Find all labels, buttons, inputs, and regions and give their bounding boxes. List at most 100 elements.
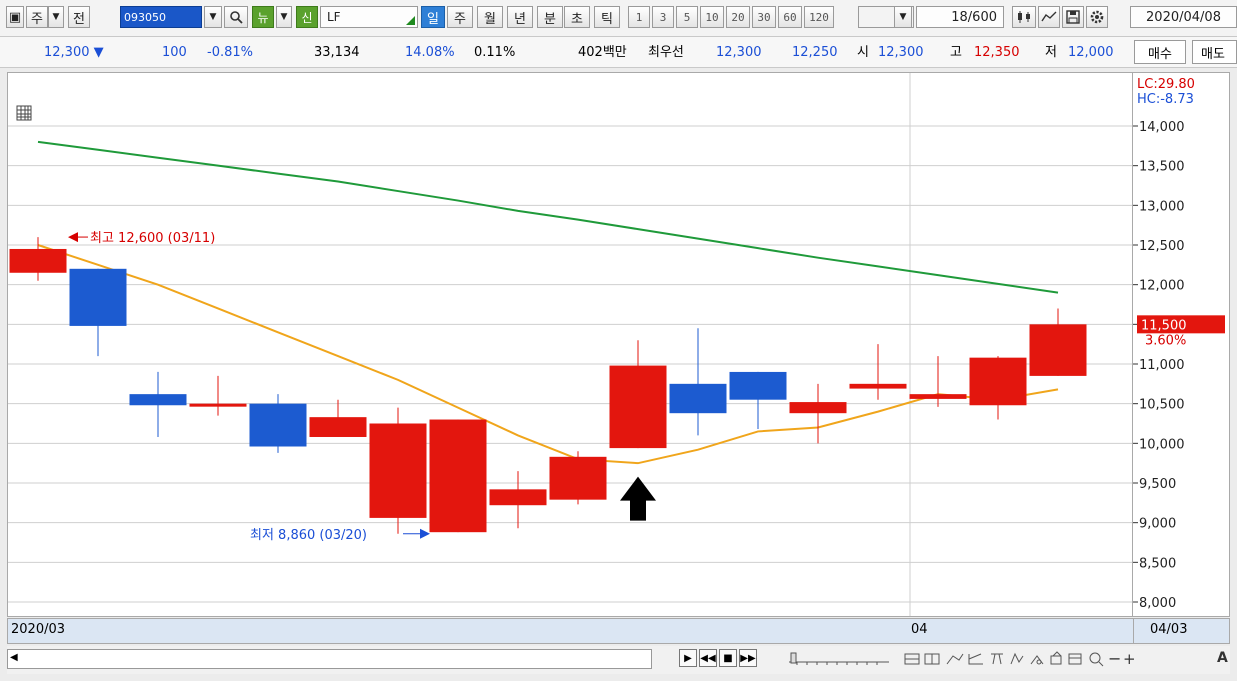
chart-window: ▣ 주 ▼ 전 093050 ▼ 뉴 ▼ 신 LF ▼ 18/600 2020/… xyxy=(0,0,1237,681)
y-tick-label: 12,500 xyxy=(1139,239,1185,254)
x-axis-divider xyxy=(1133,619,1134,643)
y-tick-label: 13,500 xyxy=(1139,160,1185,175)
candle-body xyxy=(609,365,667,449)
play-icon[interactable]: ▶ xyxy=(679,649,697,667)
x-label-mid: 04 xyxy=(911,622,928,637)
rewind-icon[interactable]: ◀◀ xyxy=(699,649,717,667)
candle-body xyxy=(909,394,967,399)
candle-body xyxy=(1029,324,1087,376)
gear-icon[interactable] xyxy=(1086,6,1108,28)
period-tab-3[interactable]: 년 xyxy=(507,6,533,28)
interval-tab-10[interactable]: 10 xyxy=(700,6,724,28)
best-quote-label: 최우선 xyxy=(648,45,684,60)
count-max: /600 xyxy=(967,9,997,25)
candle-body xyxy=(489,489,547,506)
trade-amount: 402백만 xyxy=(578,45,627,60)
period-tab-2[interactable]: 월 xyxy=(477,6,503,28)
y-tick-label: 13,000 xyxy=(1139,199,1185,214)
interval-tab-60[interactable]: 60 xyxy=(778,6,802,28)
ma-short-line xyxy=(37,244,1059,465)
change-percent: -0.81% xyxy=(207,45,253,60)
candle-body xyxy=(729,371,787,400)
stop-icon[interactable]: ■ xyxy=(719,649,737,667)
ma-long-line xyxy=(37,140,1059,294)
zoom-slider[interactable] xyxy=(787,650,891,668)
y-tick-label: 10,000 xyxy=(1139,437,1185,452)
quote-bar: 12,300 ▼ 100 -0.81% 33,134 14.08% 0.11% … xyxy=(0,37,1237,68)
candle-body xyxy=(669,383,727,414)
scroll-left-icon[interactable]: ◀ xyxy=(10,652,18,663)
last-price-label: 11,500 xyxy=(1141,318,1187,333)
x-axis-panel: 2020/03 04 04/03 xyxy=(7,618,1230,644)
stock-name: LF xyxy=(327,10,341,24)
volume: 33,134 xyxy=(314,45,360,60)
news-button[interactable]: 뉴 xyxy=(252,6,274,28)
interval-tab-3[interactable]: 3 xyxy=(652,6,674,28)
open-label: 시 xyxy=(857,45,869,60)
period-tab-4[interactable]: 분 xyxy=(537,6,563,28)
count-field[interactable]: 18/600 xyxy=(916,6,1004,28)
stock-code-input[interactable]: 093050 xyxy=(120,6,202,28)
candle-body xyxy=(129,394,187,406)
y-tick-label: 9,000 xyxy=(1139,517,1176,532)
chevron-down-icon[interactable]: ▼ xyxy=(48,6,64,28)
period-tab-6[interactable]: 틱 xyxy=(594,6,620,28)
candle-body xyxy=(309,417,367,437)
interval-tab-1[interactable]: 1 xyxy=(628,6,650,28)
candle-body xyxy=(549,456,607,500)
candle-body xyxy=(9,248,67,273)
fast-forward-icon[interactable]: ▶▶ xyxy=(739,649,757,667)
candle-body xyxy=(789,402,847,414)
sell-button[interactable]: 매도 xyxy=(1192,40,1237,64)
window-icon[interactable]: ▣ xyxy=(6,6,24,28)
candle-type-icon[interactable] xyxy=(1012,6,1036,28)
bottom-controls: ◀ ▶ ◀◀ ■ ▶▶ − + A xyxy=(7,646,1230,674)
high-label: 고 xyxy=(950,45,962,60)
best-ask: 12,300 xyxy=(716,45,762,60)
interval-tab-120[interactable]: 120 xyxy=(804,6,834,28)
table-icon[interactable] xyxy=(16,105,32,121)
current-price: 12,300 ▼ xyxy=(44,43,104,63)
period-tab-1[interactable]: 주 xyxy=(447,6,473,28)
candle-body xyxy=(369,423,427,518)
font-size-icon[interactable]: A xyxy=(1217,650,1228,666)
buy-button[interactable]: 매수 xyxy=(1134,40,1186,64)
low-arrow-icon xyxy=(420,528,430,539)
best-bid: 12,250 xyxy=(792,45,838,60)
current-price-value: 12,300 xyxy=(44,45,90,60)
candle-body xyxy=(969,357,1027,406)
interval-tab-5[interactable]: 5 xyxy=(676,6,698,28)
hc-label: HC:-8.73 xyxy=(1137,92,1194,107)
interval-tab-30[interactable]: 30 xyxy=(752,6,776,28)
period-tab-0[interactable]: 일 xyxy=(421,6,445,28)
price-chart-svg: 최고 12,600 (03/11) 최저 8,860 (03/20) xyxy=(8,73,1132,616)
price-change: 100 xyxy=(162,45,187,60)
chart-plot-area[interactable]: 최고 12,600 (03/11) 최저 8,860 (03/20) xyxy=(7,72,1133,617)
stock-name-field[interactable]: LF xyxy=(320,6,418,28)
x-label-end: 04/03 xyxy=(1150,622,1188,637)
y-axis-panel[interactable]: 14,000 13,500 13,000 12,500 12,000 11,500 11,0… xyxy=(1133,72,1230,617)
save-icon[interactable] xyxy=(1062,6,1084,28)
candle-body xyxy=(69,268,127,326)
scrollbar[interactable]: ◀ xyxy=(7,649,652,669)
y-tick-label: 8,000 xyxy=(1139,596,1176,611)
date-field[interactable]: 2020/04/08 xyxy=(1130,6,1237,28)
credit-button[interactable]: 신 xyxy=(296,6,318,28)
interval-tab-20[interactable]: 20 xyxy=(726,6,750,28)
drawing-tools[interactable]: − + xyxy=(903,649,1143,668)
news-dropdown-icon[interactable]: ▼ xyxy=(276,6,292,28)
y-tick-label: 9,500 xyxy=(1139,477,1176,492)
y-tick-label: 8,500 xyxy=(1139,556,1176,571)
candle-body xyxy=(189,403,247,407)
tab-jeon[interactable]: 전 xyxy=(68,6,90,28)
high-arrow-icon xyxy=(68,232,78,243)
line-tool-icon[interactable] xyxy=(1038,6,1060,28)
tab-ju[interactable]: 주 xyxy=(26,6,48,28)
search-icon[interactable] xyxy=(224,6,248,28)
toolbar: ▣ 주 ▼ 전 093050 ▼ 뉴 ▼ 신 LF ▼ 18/600 2020/… xyxy=(0,0,1237,37)
code-dropdown-icon[interactable]: ▼ xyxy=(204,6,222,28)
x-label-start: 2020/03 xyxy=(11,622,66,637)
blank-dropdown-icon[interactable]: ▼ xyxy=(894,6,912,28)
down-arrow-icon: ▼ xyxy=(93,45,104,60)
period-tab-5[interactable]: 초 xyxy=(564,6,590,28)
